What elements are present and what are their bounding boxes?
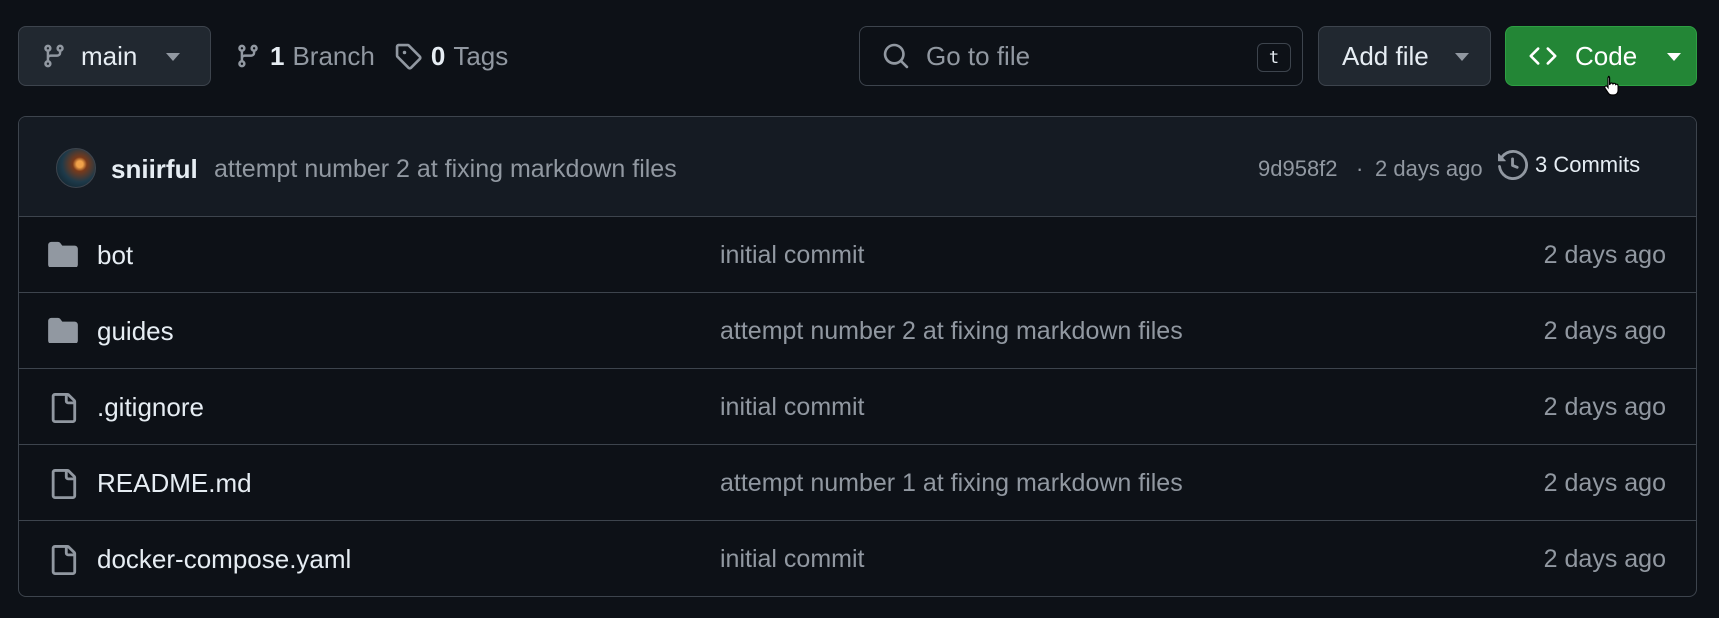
file-icon	[48, 545, 78, 575]
branch-name: main	[81, 40, 138, 71]
chevron-down-icon	[165, 52, 181, 62]
search-input[interactable]	[926, 40, 1226, 72]
repo-meta-links: 1 Branch 0 Tags	[235, 26, 508, 86]
file-commit-message[interactable]: initial commit	[720, 241, 864, 270]
file-commit-message[interactable]: attempt number 1 at fixing markdown file…	[720, 469, 1183, 498]
file-icon	[48, 393, 78, 423]
chevron-down-icon	[1666, 52, 1682, 62]
search-icon	[882, 42, 910, 70]
code-label: Code	[1575, 40, 1638, 71]
add-file-button[interactable]: Add file	[1318, 26, 1491, 86]
branch-label: Branch	[292, 40, 375, 71]
commit-author[interactable]: sniirful	[111, 154, 198, 185]
code-button[interactable]: Code	[1505, 26, 1697, 86]
folder-icon	[48, 241, 78, 267]
keyboard-shortcut-hint: t	[1257, 43, 1291, 72]
table-row[interactable]: README.md attempt number 1 at fixing mar…	[19, 445, 1696, 521]
commit-hash[interactable]: 9d958f2	[1258, 156, 1338, 182]
commits-history-link[interactable]: 3 Commits	[1498, 150, 1640, 180]
file-table: sniirful attempt number 2 at fixing mark…	[18, 116, 1697, 597]
table-row[interactable]: .gitignore initial commit 2 days ago	[19, 369, 1696, 445]
git-branch-icon	[235, 42, 261, 70]
go-to-file-search[interactable]: t	[859, 26, 1303, 86]
git-branch-icon	[41, 42, 67, 70]
file-commit-message[interactable]: initial commit	[720, 393, 864, 422]
commit-date: 2 days ago	[1375, 156, 1483, 181]
mouse-pointer-icon	[1603, 75, 1619, 97]
table-row[interactable]: guides attempt number 2 at fixing markdo…	[19, 293, 1696, 369]
file-commit-date: 2 days ago	[1543, 241, 1666, 269]
branch-selector-button[interactable]: main	[18, 26, 211, 86]
file-name[interactable]: guides	[97, 316, 174, 347]
chevron-down-icon	[1454, 52, 1470, 62]
file-name[interactable]: docker-compose.yaml	[97, 544, 351, 575]
file-name[interactable]: .gitignore	[97, 392, 204, 423]
tag-icon	[394, 42, 422, 70]
separator: ·	[1356, 156, 1364, 181]
commits-count-label: 3 Commits	[1535, 152, 1641, 177]
table-row[interactable]: docker-compose.yaml initial commit 2 day…	[19, 521, 1696, 596]
tags-link[interactable]: 0 Tags	[394, 41, 508, 72]
tag-count: 0	[430, 40, 446, 71]
folder-icon	[48, 317, 78, 343]
latest-commit-bar: sniirful attempt number 2 at fixing mark…	[19, 117, 1696, 217]
repo-toolbar: main 1 Branch 0 Tags t Add file	[18, 26, 1697, 86]
branch-count: 1	[270, 40, 285, 71]
file-commit-message[interactable]: attempt number 2 at fixing markdown file…	[720, 317, 1183, 346]
tags-label: Tags	[453, 40, 509, 71]
table-row[interactable]: bot initial commit 2 days ago	[19, 217, 1696, 293]
file-commit-date: 2 days ago	[1543, 393, 1666, 421]
history-icon	[1498, 150, 1528, 180]
branches-link[interactable]: 1 Branch	[235, 41, 375, 72]
file-name[interactable]: bot	[97, 240, 133, 271]
code-icon	[1528, 42, 1558, 70]
file-commit-message[interactable]: initial commit	[720, 545, 864, 574]
file-commit-date: 2 days ago	[1543, 317, 1666, 345]
file-commit-date: 2 days ago	[1543, 545, 1666, 573]
add-file-label: Add file	[1342, 40, 1429, 71]
commit-message[interactable]: attempt number 2 at fixing markdown file…	[214, 155, 677, 184]
file-name[interactable]: README.md	[97, 468, 252, 499]
avatar[interactable]	[56, 148, 96, 188]
file-icon	[48, 469, 78, 499]
file-commit-date: 2 days ago	[1543, 469, 1666, 497]
